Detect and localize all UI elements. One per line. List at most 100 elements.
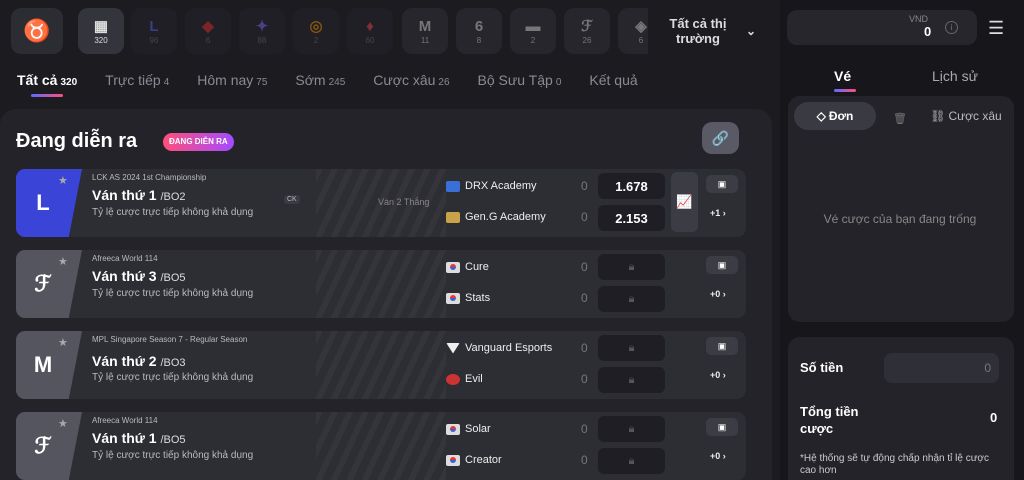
- bull-logo[interactable]: ♉: [11, 8, 63, 54]
- live-stream-button[interactable]: ▣: [706, 418, 738, 436]
- team-away: Gen.G Academy: [446, 211, 546, 223]
- menu-icon[interactable]: ☰: [988, 18, 1004, 39]
- filter-tabs: Tất cả 320 Trực tiếp 4 Hôm nay 75 Sớm 245 Cư…: [17, 72, 666, 97]
- tab-collection[interactable]: Bộ Sưu Tập 0: [478, 72, 562, 97]
- star-icon[interactable]: ★: [58, 417, 68, 430]
- team-away: Stats: [446, 292, 490, 304]
- more-markets[interactable]: +0 ›: [710, 451, 726, 461]
- more-markets[interactable]: +1 ›: [710, 208, 726, 218]
- game-valorant[interactable]: ♦ 60: [347, 8, 393, 54]
- stake-input[interactable]: 0: [884, 353, 999, 383]
- match-row[interactable]: ℱ ★ Afreeca World 114 Ván thứ 3 /BO5 Tỷ …: [16, 250, 746, 318]
- lock-icon: 🔒︎: [628, 422, 635, 435]
- score-away: 0: [581, 210, 588, 224]
- league-name: MPL Singapore Season 7 - Regular Season: [92, 335, 248, 344]
- valorant-icon: ♦: [366, 17, 374, 35]
- odds-locked: 🔒︎: [598, 367, 665, 393]
- info-icon[interactable]: i: [945, 21, 958, 34]
- score-away: 0: [581, 372, 588, 386]
- more-markets[interactable]: +0 ›: [710, 289, 726, 299]
- tab-live[interactable]: Trực tiếp 4: [105, 72, 169, 97]
- game-all[interactable]: ▦ 320: [78, 8, 124, 54]
- game-overwatch[interactable]: ◎ 2: [293, 8, 339, 54]
- shield-icon: ◈: [635, 17, 647, 35]
- stripes-decoration: [316, 250, 446, 318]
- cs-icon: ✦: [255, 17, 269, 35]
- odds-locked: 🔒︎: [598, 448, 665, 474]
- lock-icon: 🔒︎: [628, 373, 635, 386]
- market-dropdown[interactable]: Tất cả thị trường ⌄: [648, 8, 756, 54]
- lck-logo: L: [16, 169, 82, 237]
- link-button[interactable]: 🔗: [702, 122, 739, 154]
- game-afreeca[interactable]: ℱ 26: [564, 8, 610, 54]
- auto-accept-note: *Hệ thống sẽ tự động chấp nhận tỉ lệ cượ…: [800, 453, 989, 476]
- score-away: 0: [581, 453, 588, 467]
- single-bet-tab[interactable]: ◇ Đơn: [794, 102, 876, 130]
- score-away: 0: [581, 291, 588, 305]
- round-label: Ván thứ 3 /BO5: [92, 268, 186, 284]
- mlbb-icon: M: [418, 17, 432, 35]
- game-lol[interactable]: L 96: [131, 8, 177, 54]
- afreeca-icon: ℱ: [581, 17, 593, 35]
- vanguard-logo-icon: [446, 342, 460, 354]
- star-icon[interactable]: ★: [58, 174, 68, 187]
- game-count: 320: [94, 35, 108, 45]
- tab-parlay[interactable]: Cược xâu 26: [373, 72, 449, 97]
- lock-icon: 🔒︎: [628, 454, 635, 467]
- match-row[interactable]: ℱ ★ Afreeca World 114 Ván thứ 1 /BO5 Tỷ …: [16, 412, 746, 480]
- stake-label: Số tiền: [800, 360, 844, 375]
- game-count: 96: [149, 35, 159, 45]
- lol-icon: L: [149, 17, 159, 35]
- live-stream-button[interactable]: ▣: [706, 337, 738, 355]
- odds-locked: 🔒︎: [598, 416, 665, 442]
- lock-icon: 🔒︎: [628, 292, 635, 305]
- live-stream-button[interactable]: ▣: [706, 256, 738, 274]
- round-label: Ván thứ 1 /BO5: [92, 430, 186, 446]
- game-count: 2: [530, 35, 536, 45]
- score-home: 0: [581, 341, 588, 355]
- team-home: Cure: [446, 261, 489, 273]
- odds-locked: 🔒︎: [598, 335, 665, 361]
- grid-icon: ▦: [93, 17, 109, 35]
- odds-note: Tỷ lệ cược trực tiếp không khả dụng: [92, 372, 254, 383]
- bull-icon: ♉: [23, 18, 51, 43]
- live-stream-button[interactable]: ▣: [706, 175, 738, 193]
- tab-early[interactable]: Sớm 245: [295, 72, 345, 97]
- total-stake-label: Tổng tiền cược: [800, 404, 859, 436]
- game-dota[interactable]: ◆ 6: [185, 8, 231, 54]
- kr-flag-icon: [446, 423, 460, 435]
- live-badge: ĐANG DIỄN RA: [163, 133, 234, 151]
- tab-results[interactable]: Kết quả: [589, 72, 637, 97]
- combo-bet-tab[interactable]: ⛓︎ Cược xâu: [925, 102, 1007, 130]
- odds-away-button[interactable]: 2.153: [598, 205, 665, 231]
- geng-flag-icon: [446, 211, 460, 223]
- tab-history[interactable]: Lịch sử: [932, 68, 978, 84]
- team-away: Creator: [446, 454, 502, 466]
- tab-ticket[interactable]: Vé: [834, 68, 856, 92]
- tab-all[interactable]: Tất cả 320: [17, 72, 77, 97]
- dota-icon: ◆: [202, 17, 214, 35]
- chart-button[interactable]: 📈: [671, 172, 698, 232]
- rocket-league-icon: ▬: [525, 17, 541, 35]
- game-r6[interactable]: 68: [456, 8, 502, 54]
- match-row[interactable]: M ★ MPL Singapore Season 7 - Regular Sea…: [16, 331, 746, 399]
- match-row[interactable]: L ★ LCK AS 2024 1st Championship Ván thứ…: [16, 169, 746, 237]
- game-count: 11: [420, 35, 430, 45]
- odds-home-button[interactable]: 1.678: [598, 173, 665, 199]
- team-home: Vanguard Esports: [446, 342, 552, 354]
- game-count: 8: [476, 35, 482, 45]
- afreeca-logo: ℱ: [16, 412, 82, 480]
- score-home: 0: [581, 422, 588, 436]
- play-icon: ▣: [717, 259, 727, 270]
- game-count: 60: [365, 35, 375, 45]
- tab-today[interactable]: Hôm nay 75: [197, 72, 267, 97]
- more-markets[interactable]: +0 ›: [710, 370, 726, 380]
- trash-icon[interactable]: 🗑︎: [893, 112, 907, 125]
- lock-icon: 🔒︎: [628, 341, 635, 354]
- game-rocket[interactable]: ▬ 2: [510, 8, 556, 54]
- game-cs[interactable]: ✦ 88: [239, 8, 285, 54]
- overwatch-icon: ◎: [309, 17, 323, 35]
- star-icon[interactable]: ★: [58, 336, 68, 349]
- star-icon[interactable]: ★: [58, 255, 68, 268]
- game-mlbb[interactable]: M 11: [402, 8, 448, 54]
